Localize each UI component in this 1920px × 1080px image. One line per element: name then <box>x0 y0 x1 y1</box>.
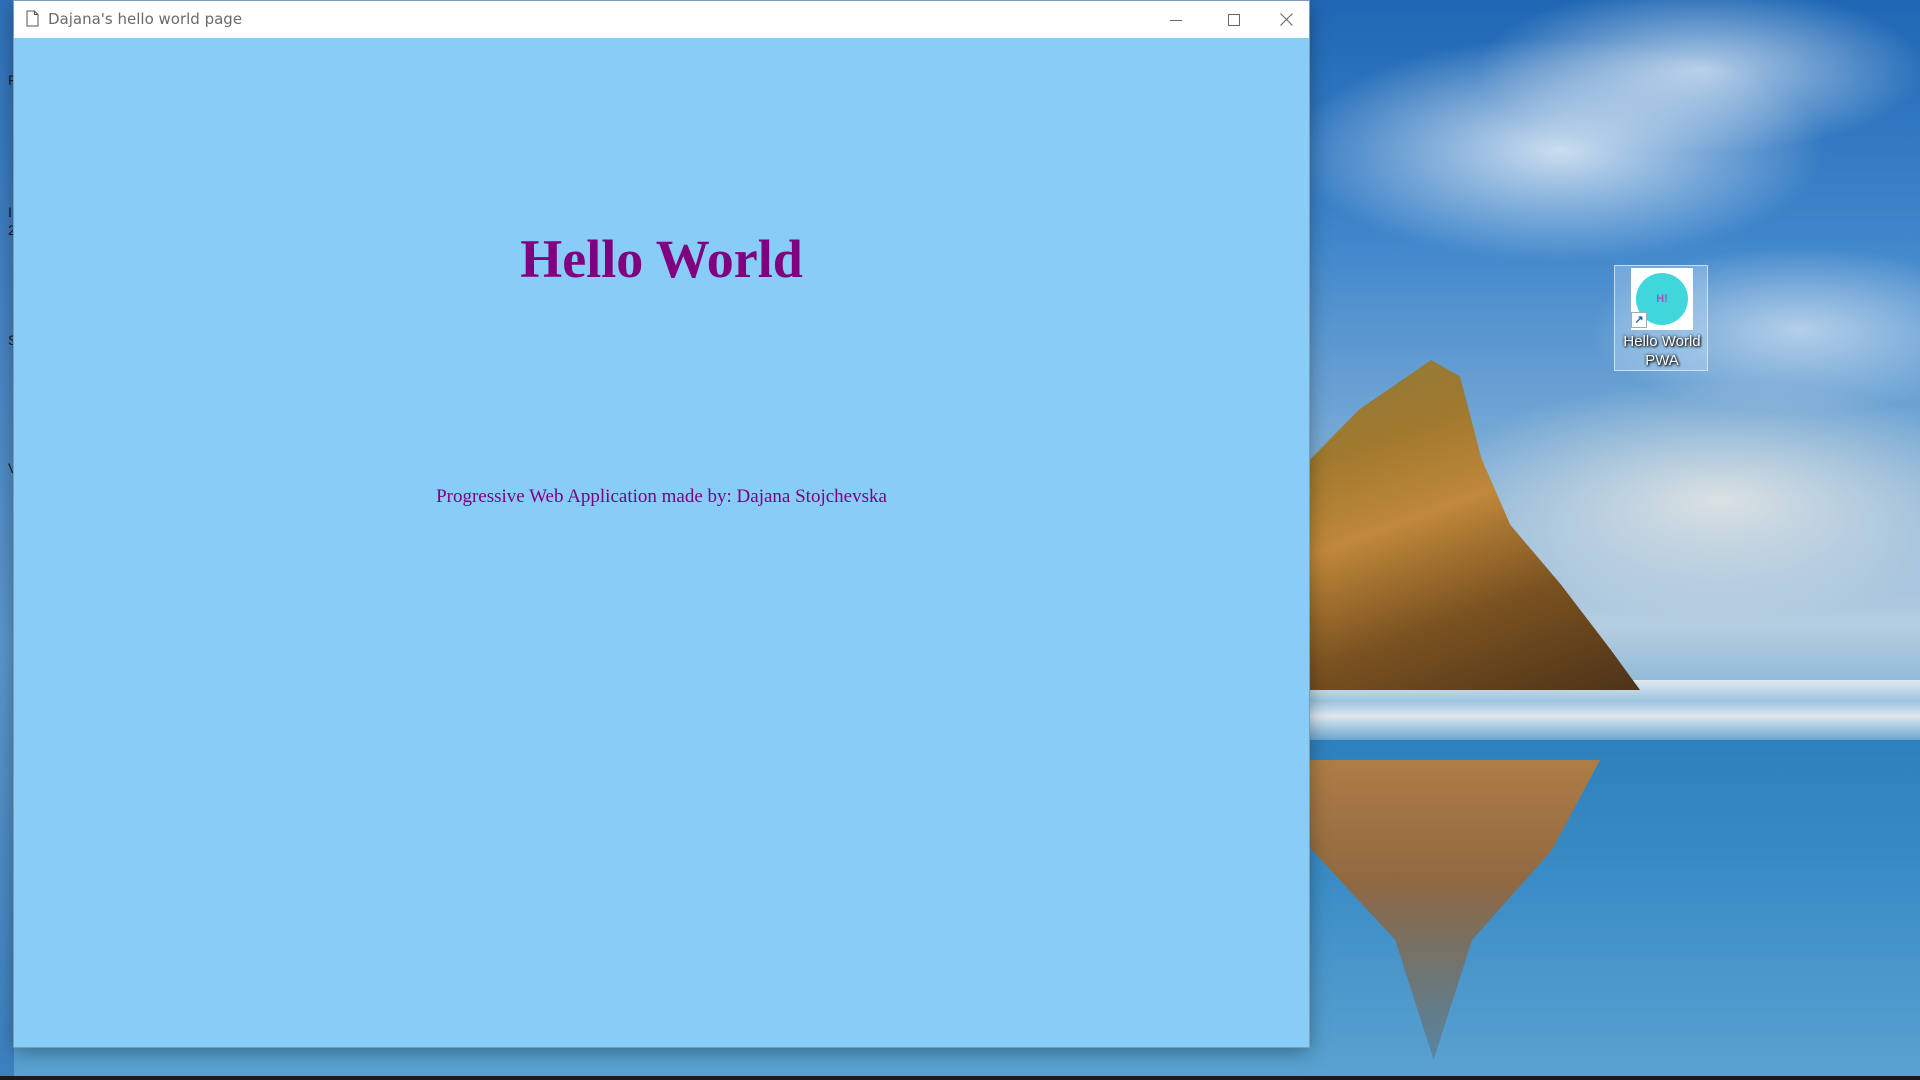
minimize-icon <box>1170 19 1182 21</box>
page-content: Hello World Progressive Web Application … <box>14 38 1309 1047</box>
edge-glyph: I <box>8 204 12 220</box>
minimize-button[interactable] <box>1147 1 1205 38</box>
background-window-edge: F I 2 S V <box>0 0 17 1080</box>
page-icon <box>26 10 39 27</box>
app-window: Dajana's hello world page Hello World Pr… <box>14 1 1309 1047</box>
maximize-button[interactable] <box>1205 1 1263 38</box>
title-bar[interactable]: Dajana's hello world page <box>14 1 1309 38</box>
desktop-wallpaper-rock <box>1280 360 1640 690</box>
page-heading: Hello World <box>520 229 803 289</box>
close-button[interactable] <box>1263 1 1309 38</box>
maximize-icon <box>1228 13 1240 26</box>
close-icon <box>1279 13 1293 26</box>
credit-text: Progressive Web Application made by: Daj… <box>436 486 887 507</box>
shortcut-arrow-icon: ↗ <box>1631 312 1647 328</box>
desktop-shortcut-hello-world-pwa[interactable]: H! ↗ Hello World PWA <box>1614 265 1708 371</box>
window-title: Dajana's hello world page <box>48 10 243 28</box>
taskbar-edge <box>0 1076 1920 1080</box>
shortcut-label: Hello World PWA <box>1623 333 1701 369</box>
